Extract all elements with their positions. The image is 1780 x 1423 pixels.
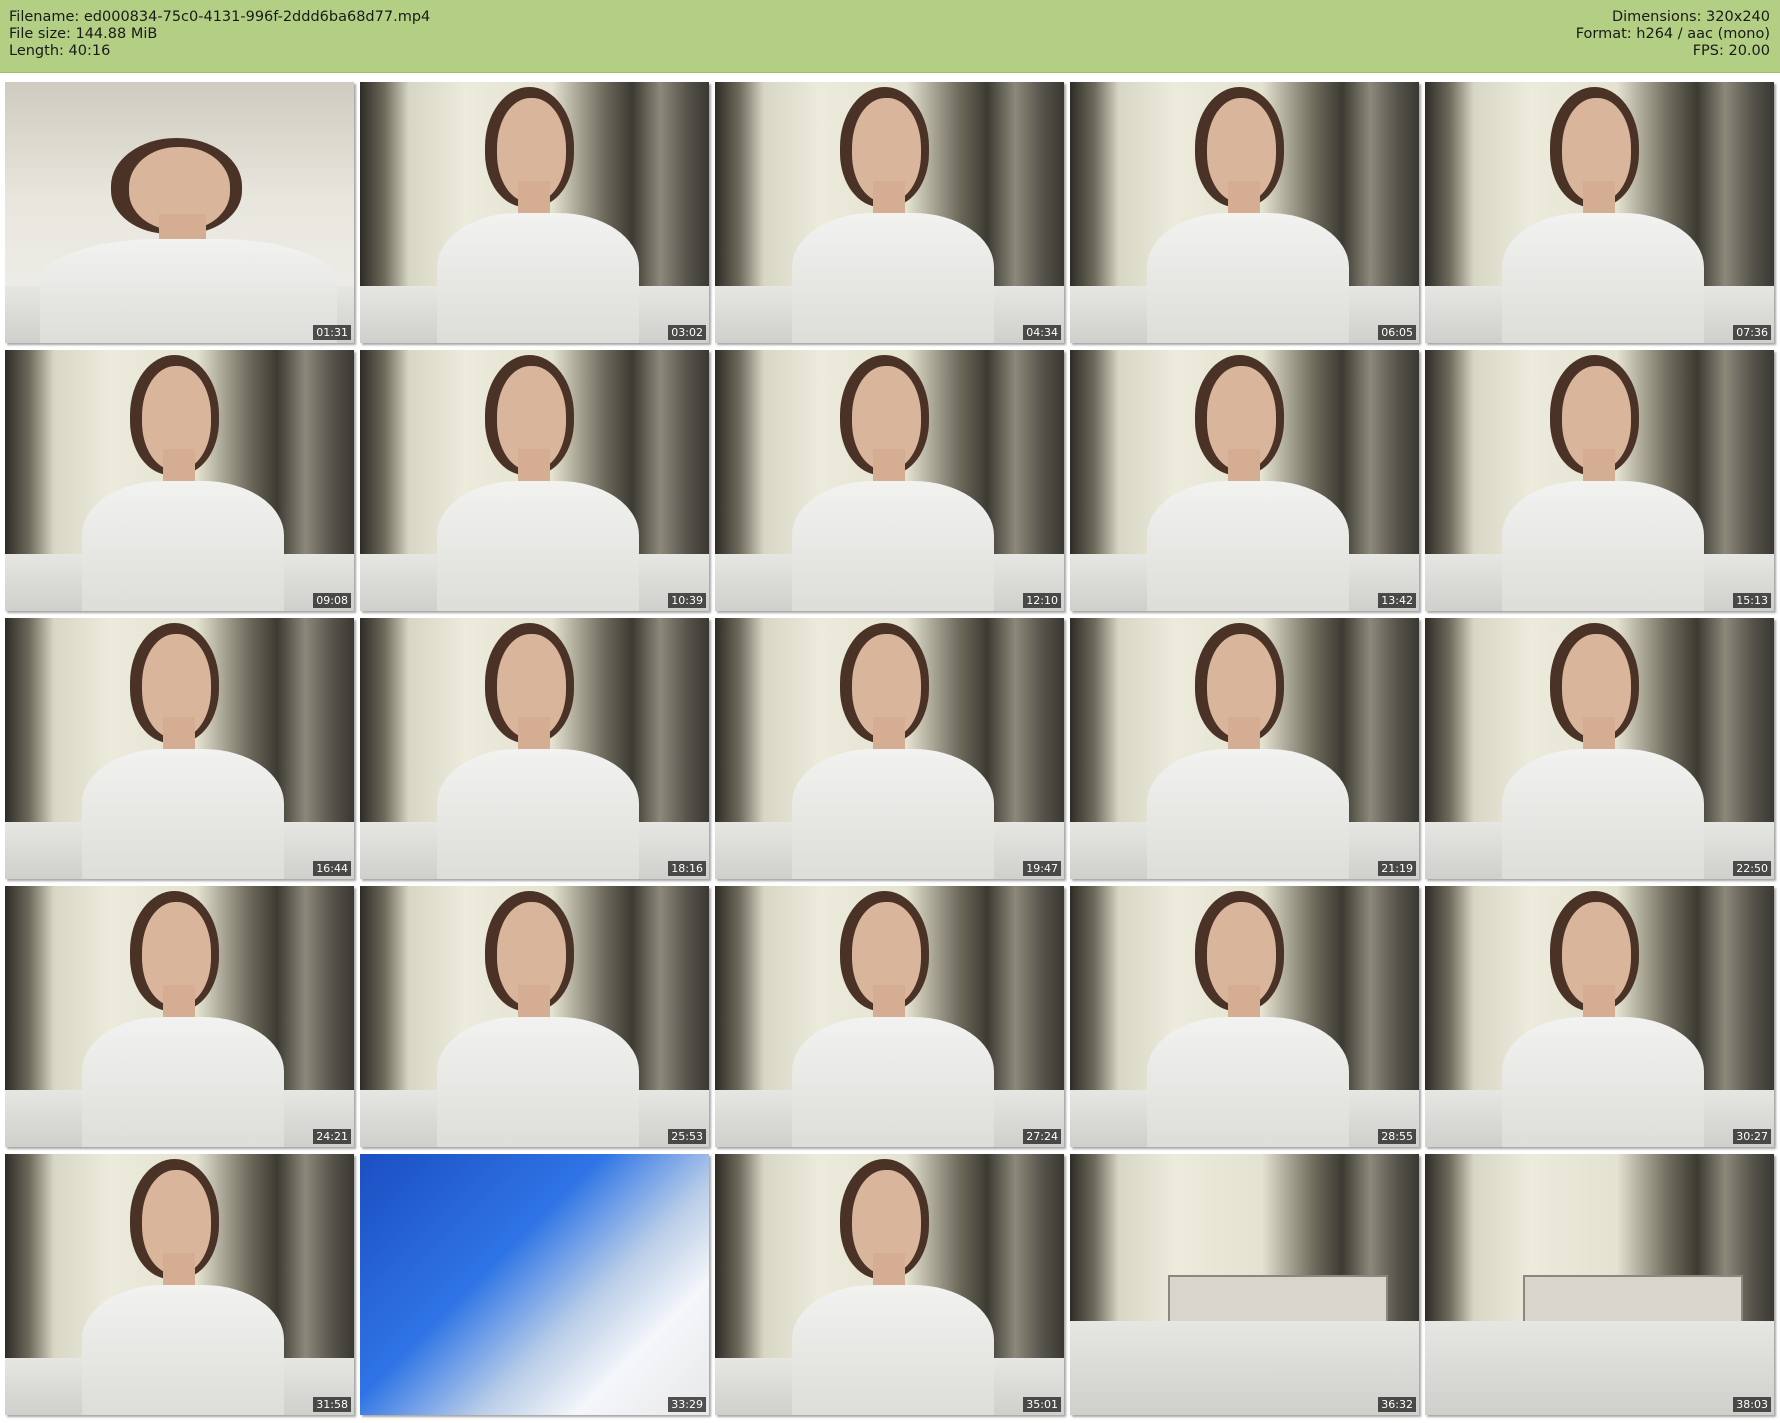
thumbnail: 03:02 bbox=[360, 82, 709, 343]
filesize-text: File size: 144.88 MiB bbox=[9, 26, 158, 42]
timestamp-label: 33:29 bbox=[668, 1397, 706, 1412]
thumbnail: 28:55 bbox=[1070, 886, 1419, 1147]
thumbnail: 31:58 bbox=[5, 1154, 354, 1415]
thumbnail: 25:53 bbox=[360, 886, 709, 1147]
thumbnail: 19:47 bbox=[715, 618, 1064, 879]
timestamp-label: 10:39 bbox=[668, 593, 706, 608]
person-figure bbox=[1146, 618, 1350, 879]
thumbnail: 04:34 bbox=[715, 82, 1064, 343]
timestamp-label: 27:24 bbox=[1023, 1129, 1061, 1144]
timestamp-label: 19:47 bbox=[1023, 861, 1061, 876]
thumbnail: 30:27 bbox=[1425, 886, 1774, 1147]
timestamp-label: 13:42 bbox=[1378, 593, 1416, 608]
timestamp-label: 25:53 bbox=[668, 1129, 706, 1144]
length-text: Length: 40:16 bbox=[9, 43, 111, 59]
timestamp-label: 09:08 bbox=[313, 593, 351, 608]
bed-area bbox=[1425, 1321, 1774, 1415]
thumbnail-grid: 01:31 03:02 04:34 06:05 07:36 09:08 10:3… bbox=[5, 82, 1775, 1415]
dimensions-text: Dimensions: 320x240 bbox=[1611, 9, 1770, 25]
format-text: Format: h264 / aac (mono) bbox=[1575, 26, 1770, 42]
person-figure bbox=[791, 350, 995, 611]
person-figure bbox=[1146, 886, 1350, 1147]
person-figure bbox=[791, 886, 995, 1147]
person-figure bbox=[791, 1154, 995, 1415]
file-info-right: Dimensions: 320x240 Format: h264 / aac (… bbox=[1576, 9, 1770, 60]
thumbnail: 10:39 bbox=[360, 350, 709, 611]
thumbnail: 07:36 bbox=[1425, 82, 1774, 343]
person-figure bbox=[81, 1154, 285, 1415]
thumbnail: 22:50 bbox=[1425, 618, 1774, 879]
timestamp-label: 15:13 bbox=[1733, 593, 1771, 608]
person-figure bbox=[81, 886, 285, 1147]
thumbnail: 01:31 bbox=[5, 82, 354, 343]
thumbnail: 13:42 bbox=[1070, 350, 1419, 611]
timestamp-label: 30:27 bbox=[1733, 1129, 1771, 1144]
timestamp-label: 07:36 bbox=[1733, 325, 1771, 340]
person-figure bbox=[436, 350, 640, 611]
timestamp-label: 12:10 bbox=[1023, 593, 1061, 608]
bed-area bbox=[1070, 1321, 1419, 1415]
thumbnail: 27:24 bbox=[715, 886, 1064, 1147]
timestamp-label: 24:21 bbox=[313, 1129, 351, 1144]
person-figure bbox=[1501, 350, 1705, 611]
person-figure bbox=[81, 350, 285, 611]
thumbnail: 33:29 bbox=[360, 1154, 709, 1415]
fps-text: FPS: 20.00 bbox=[1692, 43, 1770, 59]
person-figure bbox=[81, 618, 285, 879]
timestamp-label: 38:03 bbox=[1733, 1397, 1771, 1412]
file-info-left: Filename: ed000834-75c0-4131-996f-2ddd6b… bbox=[9, 9, 430, 60]
person-figure bbox=[436, 82, 640, 343]
person-figure bbox=[1501, 618, 1705, 879]
timestamp-label: 03:02 bbox=[668, 325, 706, 340]
timestamp-label: 18:16 bbox=[668, 861, 706, 876]
filename-text: Filename: ed000834-75c0-4131-996f-2ddd6b… bbox=[9, 9, 431, 25]
thumbnail: 38:03 bbox=[1425, 1154, 1774, 1415]
timestamp-label: 31:58 bbox=[313, 1397, 351, 1412]
thumbnail: 36:32 bbox=[1070, 1154, 1419, 1415]
person-figure bbox=[436, 886, 640, 1147]
person-figure bbox=[1146, 82, 1350, 343]
thumbnail: 21:19 bbox=[1070, 618, 1419, 879]
person-figure bbox=[791, 82, 995, 343]
person-figure bbox=[791, 618, 995, 879]
person-figure bbox=[39, 134, 337, 343]
thumbnail: 15:13 bbox=[1425, 350, 1774, 611]
thumbnail: 16:44 bbox=[5, 618, 354, 879]
timestamp-label: 36:32 bbox=[1378, 1397, 1416, 1412]
person-figure bbox=[1501, 82, 1705, 343]
thumbnail: 24:21 bbox=[5, 886, 354, 1147]
timestamp-label: 21:19 bbox=[1378, 861, 1416, 876]
timestamp-label: 35:01 bbox=[1023, 1397, 1061, 1412]
person-figure bbox=[436, 618, 640, 879]
thumbnail: 12:10 bbox=[715, 350, 1064, 611]
metadata-header: Filename: ed000834-75c0-4131-996f-2ddd6b… bbox=[0, 0, 1780, 73]
timestamp-label: 04:34 bbox=[1023, 325, 1061, 340]
timestamp-label: 06:05 bbox=[1378, 325, 1416, 340]
timestamp-label: 28:55 bbox=[1378, 1129, 1416, 1144]
person-figure bbox=[1146, 350, 1350, 611]
thumbnail: 18:16 bbox=[360, 618, 709, 879]
thumbnail: 09:08 bbox=[5, 350, 354, 611]
timestamp-label: 16:44 bbox=[313, 861, 351, 876]
timestamp-label: 01:31 bbox=[313, 325, 351, 340]
person-figure bbox=[1501, 886, 1705, 1147]
thumbnail: 06:05 bbox=[1070, 82, 1419, 343]
thumbnail: 35:01 bbox=[715, 1154, 1064, 1415]
timestamp-label: 22:50 bbox=[1733, 861, 1771, 876]
